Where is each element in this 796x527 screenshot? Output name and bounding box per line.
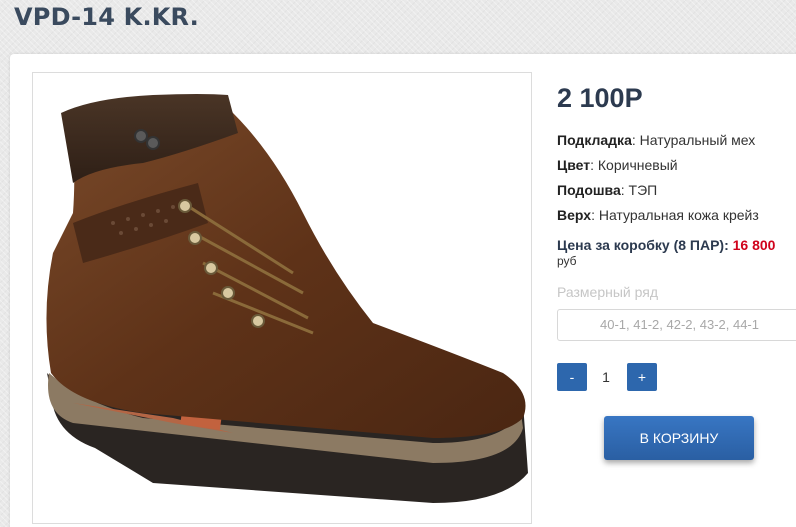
brown-boot-icon [46, 94, 528, 503]
page-title: VPD-14 K.KR. [14, 3, 200, 31]
spec-value: Коричневый [597, 157, 678, 173]
spec-lining: Подкладка: Натуральный мех [557, 132, 756, 148]
quantity-input[interactable]: 1 [590, 363, 622, 391]
add-to-cart-button[interactable]: В корзину [604, 416, 754, 460]
spec-label: Подошва [557, 182, 621, 198]
spec-label: Подкладка [557, 132, 632, 148]
box-price-value: 16 800 [732, 237, 776, 253]
quantity-increase-button[interactable]: + [627, 363, 657, 391]
spec-label: Цвет [557, 157, 591, 173]
spec-value: Натуральная кожа крейз [598, 207, 759, 223]
quantity-decrease-button[interactable]: - [557, 363, 587, 391]
box-price-label: Цена за коробку (8 ПАР): [557, 237, 729, 253]
spec-value: ТЭП [628, 182, 658, 198]
spec-value: Натуральный мех [639, 132, 756, 148]
box-price: Цена за коробку (8 ПАР): 16 800 [557, 237, 775, 253]
box-price-unit: руб [557, 254, 577, 268]
spec-upper: Верх: Натуральная кожа крейз [557, 207, 759, 223]
product-price: 2 100Р [557, 83, 643, 113]
size-range-label: Размерный ряд [557, 284, 659, 300]
spec-sole: Подошва: ТЭП [557, 182, 658, 198]
spec-label: Верх [557, 207, 592, 223]
product-image[interactable] [32, 72, 532, 524]
size-range-select[interactable]: 40-1, 41-2, 42-2, 43-2, 44-1 [557, 309, 796, 341]
spec-color: Цвет: Коричневый [557, 157, 678, 173]
